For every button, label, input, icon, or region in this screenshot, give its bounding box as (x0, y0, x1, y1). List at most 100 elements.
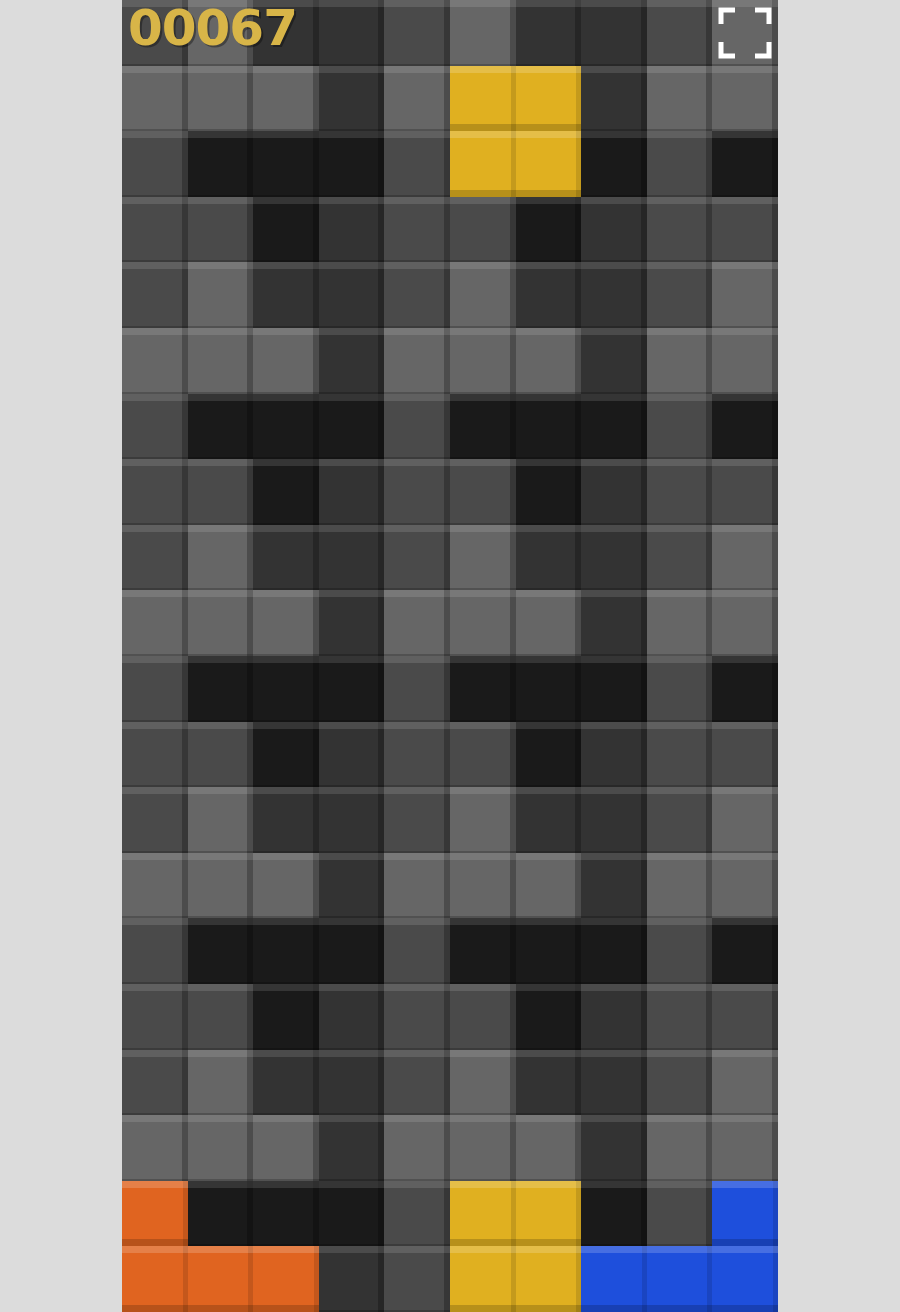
board-cell (647, 590, 713, 656)
board-cell (516, 984, 582, 1050)
board-cell (581, 197, 647, 263)
board-cell (450, 722, 516, 788)
board-cell (253, 722, 319, 788)
board-cell (122, 459, 188, 525)
board-cell (647, 722, 713, 788)
board-cell (188, 722, 254, 788)
board-cell (384, 328, 450, 394)
board-cell (581, 262, 647, 328)
board-cell (253, 525, 319, 591)
board-cell (319, 1246, 385, 1312)
board-cell (516, 197, 582, 263)
board-cell (188, 66, 254, 132)
board-cell (188, 394, 254, 460)
piece-block (581, 1246, 647, 1312)
board-cell (516, 590, 582, 656)
board-cell (450, 1050, 516, 1116)
board-cell (122, 787, 188, 853)
fullscreen-icon[interactable] (718, 7, 772, 59)
board-cell (384, 787, 450, 853)
board-cell (647, 262, 713, 328)
board-cell (581, 853, 647, 919)
board-cell (516, 262, 582, 328)
board-cell (581, 1181, 647, 1247)
board-cell (712, 131, 778, 197)
board-cell (581, 1050, 647, 1116)
board-cell (384, 722, 450, 788)
board-cell (319, 197, 385, 263)
board-cell (384, 1181, 450, 1247)
board-cell (712, 853, 778, 919)
board-cell (122, 66, 188, 132)
board-cell (319, 0, 385, 66)
board-cell (450, 656, 516, 722)
board-cell (319, 328, 385, 394)
piece-block (450, 1181, 516, 1247)
board-cell (384, 394, 450, 460)
board-cell (647, 656, 713, 722)
board-cell (122, 1115, 188, 1181)
board-cell (581, 328, 647, 394)
board-cell (712, 984, 778, 1050)
board-cell (581, 656, 647, 722)
board-cell (384, 853, 450, 919)
board-cell (253, 656, 319, 722)
board-cell (647, 1181, 713, 1247)
board-cell (253, 394, 319, 460)
board-cell (384, 1246, 450, 1312)
board-cell (122, 590, 188, 656)
board-cell (122, 656, 188, 722)
board-cell (188, 262, 254, 328)
board-cell (253, 328, 319, 394)
piece-block (253, 1246, 319, 1312)
piece-block (516, 66, 582, 132)
board-cell (712, 394, 778, 460)
board-cell (319, 131, 385, 197)
board-cell (319, 262, 385, 328)
board-cell (384, 0, 450, 66)
board-cell (319, 1115, 385, 1181)
board-cell (712, 1050, 778, 1116)
board-cell (384, 918, 450, 984)
board-cell (253, 787, 319, 853)
board-cell (712, 328, 778, 394)
score: 00067 (128, 0, 297, 56)
board-cell (188, 590, 254, 656)
board-cell (319, 984, 385, 1050)
board-cell (712, 459, 778, 525)
board-cell (450, 984, 516, 1050)
board-cell (319, 525, 385, 591)
piece-block (647, 1246, 713, 1312)
board-cell (253, 984, 319, 1050)
board-cell (384, 262, 450, 328)
board-cell (122, 131, 188, 197)
piece-block (712, 1181, 778, 1247)
board-cell (253, 590, 319, 656)
board-cell (712, 525, 778, 591)
board-cell (712, 197, 778, 263)
game-board: 00067 (122, 0, 778, 1312)
board-cell (647, 394, 713, 460)
board-cell (319, 459, 385, 525)
board-cell (450, 590, 516, 656)
board-cell (516, 1115, 582, 1181)
board-cell (581, 131, 647, 197)
board-cell (647, 197, 713, 263)
board-cell (450, 394, 516, 460)
board-cell (253, 197, 319, 263)
board-cell (122, 328, 188, 394)
piece-block (450, 66, 516, 132)
board-cell (319, 1050, 385, 1116)
board-cell (647, 459, 713, 525)
board-cell (384, 131, 450, 197)
board-cell (188, 525, 254, 591)
board-cell (450, 328, 516, 394)
board-cell (122, 722, 188, 788)
board-cell (712, 722, 778, 788)
board-cell (122, 853, 188, 919)
board-cell (319, 787, 385, 853)
board-cell (384, 984, 450, 1050)
board-cell (581, 918, 647, 984)
piece-block (188, 1246, 254, 1312)
board-cell (647, 787, 713, 853)
